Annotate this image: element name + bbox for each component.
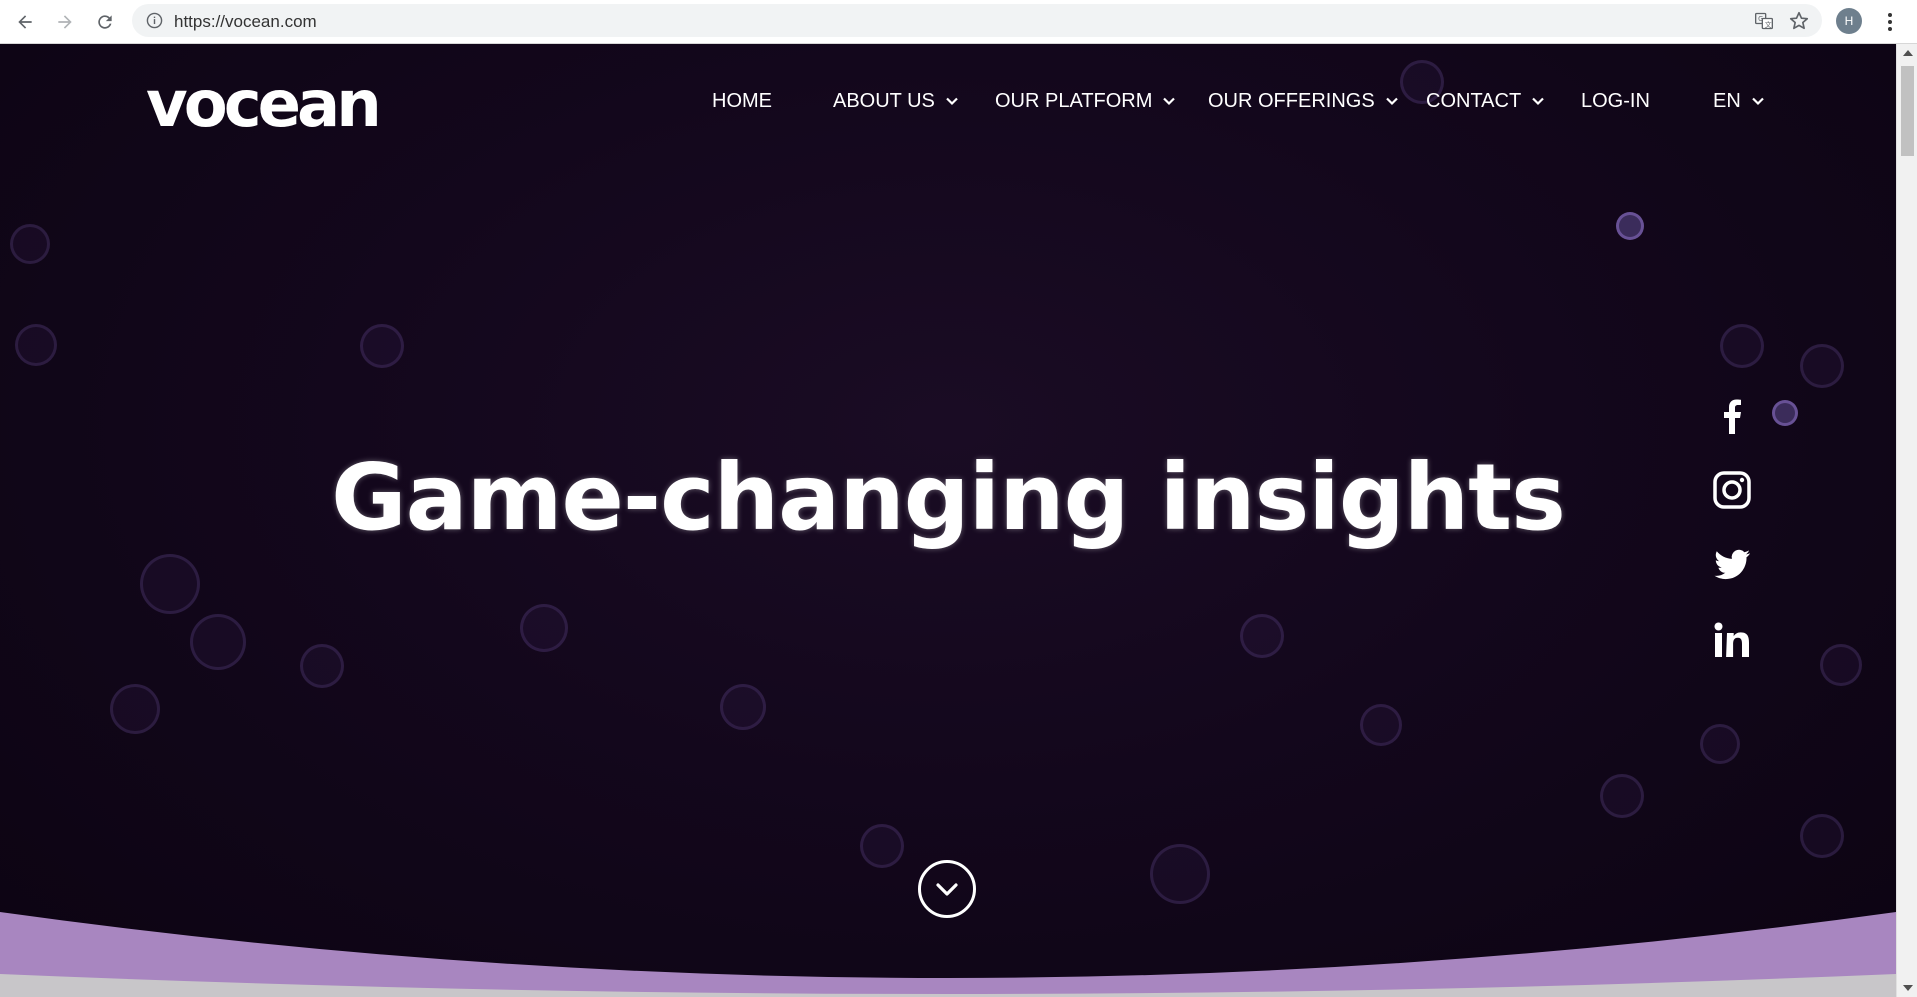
hero-section: vocean HOME ABOUT US OUR PLATFORM OUR OF…	[0, 44, 1896, 997]
svg-text:G: G	[1758, 15, 1763, 23]
url-text[interactable]: https://vocean.com	[174, 12, 317, 32]
hero-headline: Game-changing insights	[331, 444, 1566, 551]
info-icon[interactable]	[146, 12, 163, 29]
bokeh-decoration	[1800, 814, 1844, 858]
bokeh-decoration	[300, 644, 344, 688]
instagram-icon[interactable]	[1712, 470, 1752, 510]
bokeh-decoration	[1240, 614, 1284, 658]
nav-contact[interactable]: CONTACT	[1426, 86, 1545, 116]
bokeh-decoration	[1600, 774, 1644, 818]
chevron-down-icon	[1532, 97, 1544, 106]
bokeh-decoration	[110, 684, 160, 734]
facebook-icon[interactable]	[1712, 396, 1752, 436]
bokeh-decoration	[860, 824, 904, 868]
svg-text:文: 文	[1765, 20, 1772, 29]
nav-label: CONTACT	[1426, 89, 1522, 112]
bokeh-decoration	[1720, 324, 1764, 368]
nav-our-offerings[interactable]: OUR OFFERINGS	[1208, 86, 1399, 116]
page-scrollbar[interactable]	[1896, 44, 1917, 997]
bokeh-decoration	[1772, 400, 1798, 426]
chevron-down-icon	[1163, 97, 1176, 106]
scroll-down-button[interactable]	[918, 860, 976, 918]
twitter-icon[interactable]	[1712, 544, 1752, 584]
arrow-right-icon	[58, 15, 72, 29]
profile-avatar[interactable]: H	[1836, 8, 1862, 34]
nav-label: LOG-IN	[1581, 89, 1650, 112]
nav-log-in[interactable]: LOG-IN	[1581, 86, 1650, 116]
bokeh-decoration	[190, 614, 246, 670]
chevron-down-icon	[946, 97, 958, 106]
reload-button[interactable]	[90, 7, 120, 37]
arrow-left-icon	[18, 15, 32, 29]
scrollbar-thumb[interactable]	[1901, 66, 1914, 156]
bokeh-decoration	[140, 554, 200, 614]
nav-label: OUR PLATFORM	[995, 89, 1153, 112]
bokeh-decoration	[1820, 644, 1862, 686]
nav-label: HOME	[712, 89, 772, 112]
bokeh-decoration	[520, 604, 568, 652]
forward-button[interactable]	[50, 7, 80, 37]
back-button[interactable]	[10, 7, 40, 37]
nav-about-us[interactable]: ABOUT US	[833, 86, 959, 116]
linkedin-icon[interactable]	[1712, 620, 1752, 660]
nav-label: OUR OFFERINGS	[1208, 89, 1375, 112]
bokeh-decoration	[720, 684, 766, 730]
bokeh-decoration	[1800, 344, 1844, 388]
star-icon[interactable]	[1788, 10, 1810, 32]
bokeh-decoration	[1360, 704, 1402, 746]
bokeh-decoration	[15, 324, 57, 366]
scroll-up-arrow-icon[interactable]	[1903, 50, 1913, 56]
chevron-down-icon	[1752, 97, 1764, 106]
translate-icon[interactable]: G文	[1754, 11, 1774, 31]
chevron-down-icon	[936, 883, 958, 896]
bokeh-decoration	[1616, 212, 1644, 240]
bokeh-decoration	[10, 224, 50, 264]
bokeh-decoration	[360, 324, 404, 368]
nav-label: EN	[1713, 89, 1741, 112]
kebab-menu-icon[interactable]	[1880, 8, 1900, 36]
nav-language[interactable]: EN	[1713, 86, 1765, 116]
reload-icon	[98, 15, 112, 29]
nav-home[interactable]: HOME	[712, 86, 772, 116]
nav-our-platform[interactable]: OUR PLATFORM	[995, 86, 1176, 116]
scroll-down-arrow-icon[interactable]	[1903, 985, 1913, 991]
bokeh-decoration	[1700, 724, 1740, 764]
nav-label: ABOUT US	[833, 89, 935, 112]
address-bar[interactable]: https://vocean.com G文	[132, 4, 1822, 37]
chevron-down-icon	[1385, 97, 1398, 106]
browser-toolbar: https://vocean.com G文 H	[0, 0, 1917, 44]
vocean-logo[interactable]: vocean	[146, 72, 382, 138]
